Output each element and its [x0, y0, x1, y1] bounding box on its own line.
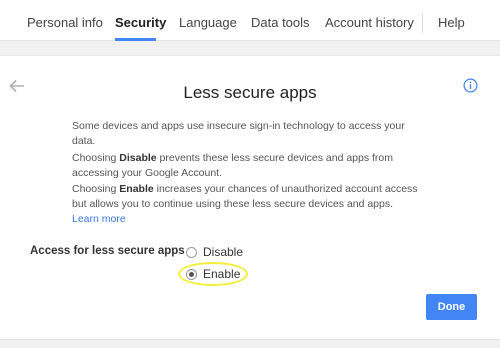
- enable-explanation-keyword: Enable: [119, 183, 154, 195]
- access-setting-label: Access for less secure apps: [30, 245, 185, 257]
- disable-explanation-keyword: Disable: [119, 152, 157, 164]
- disable-explanation: Choosing Disable prevents these less sec…: [72, 151, 422, 181]
- page-title: Less secure apps: [183, 83, 317, 102]
- tab-language[interactable]: Language: [179, 15, 237, 30]
- less-secure-apps-card: Less secure apps Some devices and apps u…: [0, 55, 500, 340]
- highlight-annotation: [178, 262, 248, 286]
- done-button[interactable]: Done: [426, 294, 477, 320]
- learn-more-link[interactable]: Learn more: [72, 213, 126, 225]
- disable-explanation-prefix: Choosing: [72, 152, 120, 164]
- tab-account-history[interactable]: Account history: [325, 15, 414, 30]
- intro-paragraph: Some devices and apps use insecure sign-…: [72, 120, 405, 147]
- tab-help[interactable]: Help: [438, 15, 465, 30]
- tab-data-tools[interactable]: Data tools: [251, 15, 310, 30]
- enable-explanation-prefix: Choosing: [72, 183, 120, 195]
- tab-personal-info[interactable]: Personal info: [27, 15, 103, 30]
- tab-security[interactable]: Security: [115, 15, 166, 30]
- tab-divider: [422, 13, 423, 33]
- radio-label-disable: Disable: [203, 245, 244, 259]
- info-circle-icon[interactable]: [463, 78, 478, 93]
- radio-button-disable[interactable]: [186, 247, 197, 258]
- active-tab-indicator: [115, 38, 156, 41]
- enable-explanation: Choosing Enable increases your chances o…: [72, 182, 422, 227]
- top-nav-bar: Personal info Security Language Data too…: [0, 0, 500, 41]
